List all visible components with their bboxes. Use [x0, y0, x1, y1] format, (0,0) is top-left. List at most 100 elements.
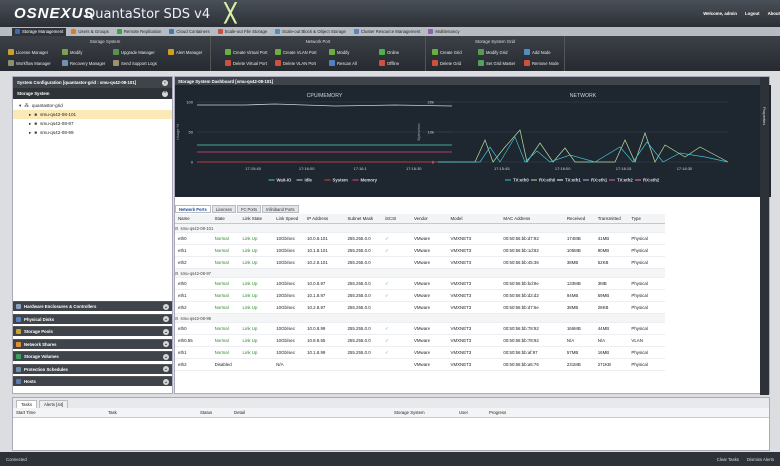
bottom-tab-tasks[interactable]: Tasks [16, 400, 37, 408]
table-row[interactable]: eth0 Normal Link Up 10Gb/sec 10.0.8.99 255.25… [175, 323, 665, 335]
remove-node-button[interactable]: Remove Node [524, 60, 559, 66]
table-row[interactable]: eth0.55 Normal Link Up 10Gb/sec 10.8.8.55 255… [175, 335, 665, 347]
tree-item-smu-qs42-08-99[interactable]: ▸ ■ smu-qs42-08-99 [13, 128, 172, 137]
license-manager-button[interactable]: License Manager [8, 49, 48, 55]
delete-virtual-port-button[interactable]: Delete Virtual Port [225, 60, 267, 66]
group-row-smu-qs42-08-99[interactable]: ⊟ smu-qs42-08-99 [175, 314, 665, 323]
column-header-model[interactable]: Model [448, 216, 501, 221]
column-header-vendor[interactable]: Vendor [411, 216, 448, 221]
expand-icon[interactable]: ⌄ [163, 353, 169, 360]
column-header-link-state[interactable]: Link State [240, 216, 274, 221]
table-row[interactable]: eth1 Normal Link Up 10Gb/sec 10.1.8.99 255.25… [175, 347, 665, 359]
ribbon-tab-cloud-containers[interactable]: Cloud Containers [166, 28, 212, 36]
collapse-arrow-icon[interactable]: ▾ [19, 103, 21, 109]
column-header-name[interactable]: Name [175, 216, 212, 221]
column-header-start-time[interactable]: Start Time [13, 410, 105, 415]
accordion-hardware-enclosures-controllers[interactable]: Hardware Enclosures & Controllers ⌄ [13, 301, 172, 311]
accordion-storage-volumes[interactable]: Storage Volumes ⌄ [13, 351, 172, 361]
expand-arrow-icon[interactable]: ▸ [29, 130, 31, 136]
modify-button[interactable]: Modify [329, 49, 349, 55]
column-header-received[interactable]: Received [564, 216, 595, 221]
storage-system-section[interactable]: Storage System ⌃ [13, 88, 172, 99]
column-header-iscsi[interactable]: iSCSI [382, 216, 411, 221]
create-vlan-port-button[interactable]: Create VLAN Port [275, 49, 317, 55]
column-header-link-speed[interactable]: Link Speed [273, 216, 304, 221]
expand-icon[interactable]: ⌄ [163, 366, 169, 372]
tab-fc-ports[interactable]: FC Ports [236, 205, 262, 213]
delete-vlan-port-button[interactable]: Delete VLAN Port [275, 60, 316, 66]
about-link[interactable]: About [768, 11, 780, 16]
accordion-protection-schedules[interactable]: Protection Schedules ⌄ [13, 363, 172, 374]
bottom-tab-alerts-44[interactable]: Alerts [44] [38, 400, 69, 408]
expand-icon[interactable]: ⌄ [163, 328, 169, 335]
ribbon-tab-scale-out-block-object-storage[interactable]: Scale-out Block & Object Storage [272, 28, 349, 36]
cell-transmitted: 28KB [597, 305, 609, 310]
column-header-storage-system[interactable]: Storage System [391, 410, 456, 415]
add-node-button[interactable]: Add Node [524, 49, 551, 55]
upgrade-manager-button[interactable]: Upgrade Manager [113, 49, 155, 55]
expand-arrow-icon[interactable]: ▸ [29, 112, 31, 118]
column-header-mac-address[interactable]: MAC Address [500, 216, 563, 221]
table-row[interactable]: eth2 Disabled N/A VMware VMXNET3 00:50:56:bb:… [175, 359, 665, 371]
expand-icon[interactable]: ⌄ [163, 316, 169, 322]
tree-item-smu-qs42-08-101[interactable]: ▸ ■ smu-qs42-08-101 [13, 110, 172, 119]
tab-infiniband-ports[interactable]: Infiniband Ports [262, 205, 299, 213]
ribbon-tab-remote-replication[interactable]: Remote Replication [114, 28, 165, 36]
collapse-icon[interactable]: ⌃ [162, 90, 168, 97]
logout-link[interactable]: Logout [745, 11, 760, 16]
tab-network-ports[interactable]: Network Ports [175, 205, 211, 213]
table-row[interactable]: eth0 Normal Link Up 10Gb/sec 10.0.8.101 255.2… [175, 233, 665, 245]
properties-strip[interactable]: Properties [760, 77, 769, 395]
recovery-manager-button[interactable]: Recovery Manager [62, 60, 105, 66]
column-header-state[interactable]: State [212, 216, 240, 221]
sidebar-header: System Configuration [quantastor-grid : … [13, 77, 172, 88]
table-row[interactable]: eth0 Normal Link Up 10Gb/sec 10.0.8.97 255.25… [175, 278, 665, 290]
rescan-all-button[interactable]: Rescan All [329, 60, 357, 66]
column-header-progress[interactable]: Progress [486, 410, 566, 415]
set-grid-master-button[interactable]: Set Grid Master [478, 60, 515, 66]
collapse-icon[interactable]: ‹ [162, 79, 168, 86]
table-row[interactable]: eth1 Normal Link Up 10Gb/sec 10.1.8.101 255.2… [175, 245, 665, 257]
table-row[interactable]: eth1 Normal Link Up 10Gb/sec 10.1.8.97 255.25… [175, 290, 665, 302]
send-support-logs-button[interactable]: Send Support Logs [113, 60, 157, 66]
accordion-network-shares[interactable]: Network Shares ⌄ [13, 338, 172, 349]
clear-tasks-button[interactable]: Clear Tasks [717, 457, 739, 462]
tree-item-quantastor-grid[interactable]: ▾ ⁂ quantastor-grid [13, 101, 172, 110]
ribbon-tab-scale-out-file-storage[interactable]: Scale-out File Storage [215, 28, 271, 36]
table-row[interactable]: eth2 Normal Link Up 10Gb/sec 10.2.8.97 255.25… [175, 302, 665, 314]
tree-item-smu-qs42-08-97[interactable]: ▸ ■ smu-qs42-08-97 [13, 119, 172, 128]
column-header-detail[interactable]: Detail [231, 410, 391, 415]
accordion-hosts[interactable]: Hosts ⌄ [13, 376, 172, 386]
dismiss-alerts-button[interactable]: Dismiss Alerts [747, 457, 774, 462]
expand-icon[interactable]: ⌄ [163, 341, 169, 347]
column-header-task[interactable]: Task [105, 410, 197, 415]
tab-licenses[interactable]: Licenses [211, 205, 236, 213]
ribbon-tab-cluster-resource-management[interactable]: Cluster Resource Management [351, 28, 423, 36]
modify-button[interactable]: Modify [62, 49, 82, 55]
offline-button[interactable]: Offline [379, 60, 399, 66]
create-grid-button[interactable]: Create Grid [432, 49, 462, 55]
workflow-manager-button[interactable]: Workflow Manager [8, 60, 51, 66]
column-header-transmitted[interactable]: Transmitted [595, 216, 629, 221]
online-button[interactable]: Online [379, 49, 399, 55]
table-row[interactable]: eth2 Normal Link Up 10Gb/sec 10.2.8.101 255.2… [175, 257, 665, 269]
expand-icon[interactable]: ⌄ [163, 378, 169, 385]
ribbon-tab-users-groups[interactable]: Users & Groups [68, 28, 112, 36]
expand-icon[interactable]: ⌄ [163, 303, 169, 310]
create-virtual-port-button[interactable]: Create Virtual Port [225, 49, 267, 55]
alert-manager-button[interactable]: Alert Manager [168, 49, 202, 55]
accordion-storage-pools[interactable]: Storage Pools ⌄ [13, 326, 172, 336]
delete-grid-button[interactable]: Delete Grid [432, 60, 461, 66]
ribbon-tab-storage-management[interactable]: Storage Management [12, 27, 67, 36]
column-header-subnet-mask[interactable]: Subnet Mask [344, 216, 382, 221]
ribbon-tab-multitenancy[interactable]: Multitenancy [425, 28, 462, 36]
group-row-smu-qs42-08-101[interactable]: ⊟ smu-qs42-08-101 [175, 224, 665, 233]
expand-arrow-icon[interactable]: ▸ [29, 121, 31, 127]
modify-grid-button[interactable]: Modify Grid [478, 49, 507, 55]
column-header-ip-address[interactable]: IP Address [304, 216, 344, 221]
column-header-type[interactable]: Type [628, 216, 665, 221]
accordion-physical-disks[interactable]: Physical Disks ⌄ [13, 313, 172, 324]
group-row-smu-qs42-08-97[interactable]: ⊟ smu-qs42-08-97 [175, 269, 665, 278]
column-header-status[interactable]: Status [197, 410, 231, 415]
column-header-user[interactable]: User [456, 410, 486, 415]
